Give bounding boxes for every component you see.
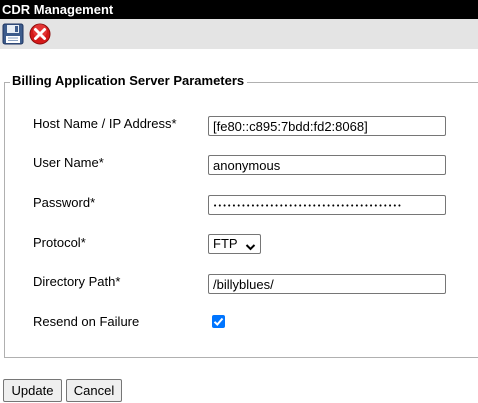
password-label: Password* <box>33 195 96 210</box>
password-mask: •••••••••••••••••••••••••••••••••••••••• <box>213 202 403 210</box>
toolbar <box>0 19 478 49</box>
red-x-circle-icon[interactable] <box>29 23 51 45</box>
resend-checkbox[interactable] <box>212 315 225 328</box>
resend-label: Resend on Failure <box>33 314 140 329</box>
directory-input[interactable] <box>208 274 446 294</box>
cancel-button[interactable]: Cancel <box>66 379 122 402</box>
username-input[interactable] <box>208 155 446 175</box>
checkmark-icon <box>213 317 224 326</box>
protocol-label: Protocol* <box>33 235 86 250</box>
directory-label: Directory Path* <box>33 274 121 289</box>
password-input[interactable]: •••••••••••••••••••••••••••••••••••••••• <box>208 195 446 215</box>
floppy-disk-icon[interactable] <box>2 23 24 45</box>
username-label: User Name* <box>33 155 104 170</box>
window-title: CDR Management <box>0 0 478 19</box>
host-label: Host Name / IP Address* <box>33 116 177 131</box>
update-button[interactable]: Update <box>3 379 62 402</box>
chevron-down-icon <box>245 239 256 257</box>
fieldset-legend: Billing Application Server Parameters <box>10 73 248 89</box>
protocol-value: FTP <box>213 236 238 251</box>
protocol-select[interactable]: FTP <box>208 234 261 254</box>
host-input[interactable] <box>208 116 446 136</box>
